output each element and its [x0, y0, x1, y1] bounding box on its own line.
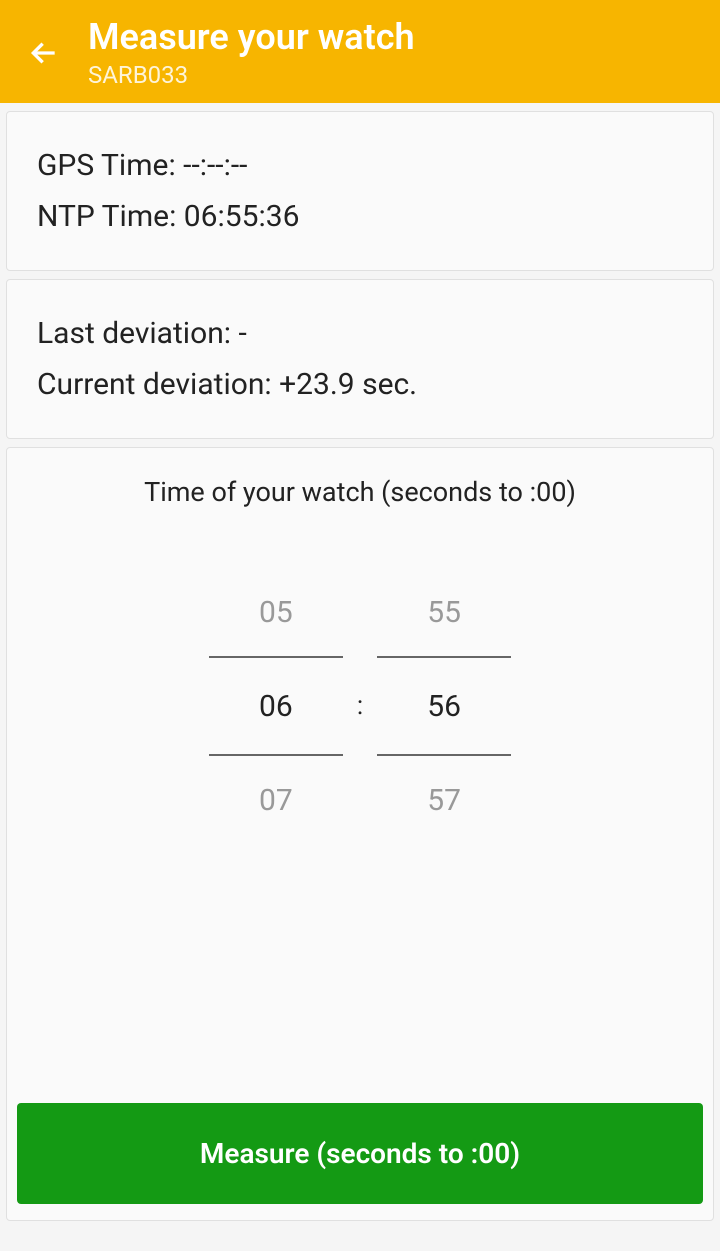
- arrow-left-icon: [28, 37, 60, 69]
- deviation-card: Last deviation: - Current deviation: +23…: [6, 279, 714, 439]
- picker-title: Time of your watch (seconds to :00): [37, 476, 683, 508]
- minutes-next: 57: [427, 768, 461, 832]
- ntp-time-row: NTP Time: 06:55:36: [37, 191, 683, 242]
- gps-time-label: GPS Time:: [37, 148, 183, 183]
- hours-current: 06: [209, 656, 343, 756]
- minutes-prev: 55: [427, 580, 461, 644]
- picker-card: Time of your watch (seconds to :00) 05 0…: [6, 447, 714, 1221]
- hours-picker[interactable]: 05 06 07: [209, 580, 343, 832]
- current-deviation-value: +23.9 sec.: [279, 367, 417, 402]
- minutes-picker[interactable]: 55 56 57: [377, 580, 511, 832]
- hours-prev: 05: [259, 580, 293, 644]
- page-subtitle: SARB033: [88, 61, 415, 89]
- last-deviation-label: Last deviation:: [37, 316, 239, 351]
- ntp-time-label: NTP Time:: [37, 199, 184, 234]
- gps-time-row: GPS Time: --:--:--: [37, 140, 683, 191]
- page-title: Measure your watch: [88, 16, 415, 59]
- picker-row: 05 06 07 : 55 56 57: [37, 580, 683, 832]
- last-deviation-value: -: [239, 316, 247, 351]
- current-deviation-label: Current deviation:: [37, 367, 279, 402]
- picker-colon: :: [357, 691, 363, 721]
- last-deviation-row: Last deviation: -: [37, 308, 683, 359]
- current-deviation-row: Current deviation: +23.9 sec.: [37, 359, 683, 410]
- minutes-current: 56: [377, 656, 511, 756]
- ntp-time-value: 06:55:36: [184, 199, 300, 234]
- gps-time-value: --:--:--: [183, 148, 247, 183]
- app-header: Measure your watch SARB033: [0, 0, 720, 103]
- back-button[interactable]: [20, 29, 68, 77]
- hours-next: 07: [259, 768, 293, 832]
- header-text: Measure your watch SARB033: [88, 16, 415, 89]
- time-card: GPS Time: --:--:-- NTP Time: 06:55:36: [6, 111, 714, 271]
- measure-button[interactable]: Measure (seconds to :00): [17, 1103, 703, 1204]
